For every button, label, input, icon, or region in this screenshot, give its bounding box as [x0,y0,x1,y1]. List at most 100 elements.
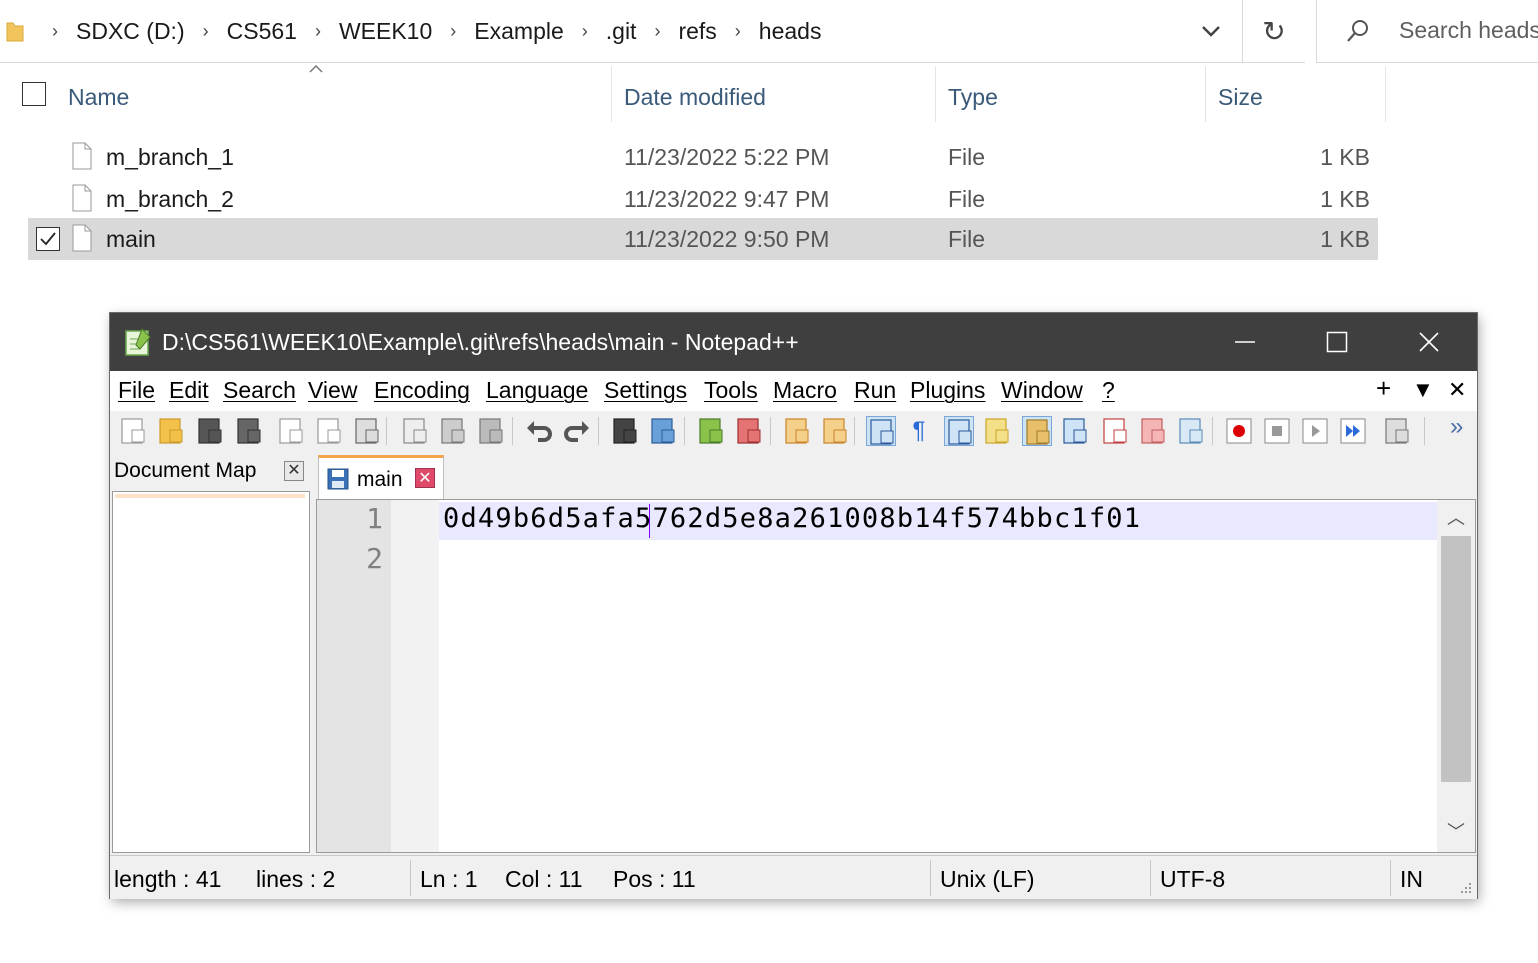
menu-language[interactable]: Language [486,377,588,404]
sync-vertical-icon[interactable] [782,416,812,446]
file-name[interactable]: m_branch_2 [106,186,234,213]
word-wrap-icon[interactable] [866,416,896,446]
column-divider[interactable] [1205,66,1206,122]
column-header-size[interactable]: Size [1218,66,1263,128]
save-macro-icon[interactable] [1382,416,1412,446]
play-macro-icon[interactable] [1300,416,1330,446]
file-row[interactable]: m_branch_1 11/23/2022 5:22 PM File 1 KB [28,136,1378,178]
breadcrumb-chevron-icon[interactable]: › [46,21,64,42]
close-doc-icon[interactable]: ✕ [1448,377,1466,403]
zoom-out-icon[interactable] [734,416,764,446]
minimize-button[interactable] [1199,313,1291,371]
column-header-type[interactable]: Type [948,66,998,128]
print-icon[interactable] [352,416,382,446]
breadcrumb-chevron-icon[interactable]: › [729,21,747,42]
breadcrumb-chevron-icon[interactable]: › [309,21,327,42]
maximize-button[interactable] [1291,313,1383,371]
show-all-chars-icon[interactable]: ¶ [904,416,934,446]
doc-map-icon[interactable] [1022,416,1052,446]
stop-macro-icon[interactable] [1262,416,1292,446]
file-row[interactable]: main 11/23/2022 9:50 PM File 1 KB [28,218,1378,260]
menu-file[interactable]: File [118,377,155,404]
file-row[interactable]: m_branch_2 11/23/2022 9:47 PM File 1 KB [28,178,1378,220]
document-map-viewport[interactable] [115,494,305,498]
doc-list-icon[interactable] [1060,416,1090,446]
breadcrumb-segment[interactable]: .git [600,18,643,45]
title-bar[interactable]: D:\CS561\WEEK10\Example\.git\refs\heads\… [110,313,1477,371]
cut-icon[interactable] [400,416,430,446]
breadcrumb-segment[interactable]: WEEK10 [333,18,438,45]
refresh-button[interactable]: ↻ [1242,0,1305,63]
tab-close-icon[interactable]: ✕ [415,468,435,488]
tab-main[interactable]: main ✕ [318,455,444,499]
breadcrumb-chevron-icon[interactable]: › [648,21,666,42]
function-list-icon[interactable] [1100,416,1130,446]
monitoring-icon[interactable] [1176,416,1206,446]
menu-encoding[interactable]: Encoding [374,377,470,404]
column-header-date[interactable]: Date modified [624,66,766,128]
tab-list-down-icon[interactable]: ▼ [1412,377,1434,403]
close-file-icon[interactable] [276,416,306,446]
vertical-scrollbar[interactable]: ︿ ﹀ [1437,500,1475,852]
chevron-down-icon[interactable] [1196,14,1226,48]
document-map-view[interactable] [112,491,310,853]
open-file-icon[interactable] [156,416,186,446]
breadcrumb-chevron-icon[interactable]: › [197,21,215,42]
menu-edit[interactable]: Edit [169,377,209,404]
menu-macro[interactable]: Macro [773,377,837,404]
define-language-icon[interactable] [982,416,1012,446]
find-icon[interactable] [610,416,640,446]
menu-search[interactable]: Search [223,377,296,404]
menu-window[interactable]: Window [1001,377,1083,404]
record-macro-icon[interactable] [1224,416,1254,446]
close-button[interactable] [1383,313,1475,371]
run-macro-multiple-icon[interactable] [1338,416,1368,446]
menu-help[interactable]: ? [1102,377,1115,404]
breadcrumb-chevron-icon[interactable]: › [444,21,462,42]
scroll-down-icon[interactable]: ﹀ [1437,818,1475,848]
zoom-in-icon[interactable] [696,416,726,446]
fold-margin[interactable] [391,500,439,852]
search-box[interactable]: Search heads [1316,0,1538,63]
breadcrumb-segment[interactable]: refs [672,18,722,45]
menu-tools[interactable]: Tools [704,377,758,404]
scrollbar-thumb[interactable] [1441,536,1471,782]
save-icon[interactable] [195,416,225,446]
new-file-icon[interactable] [118,416,148,446]
search-input[interactable]: Search heads [1399,17,1538,44]
folder-workspace-icon[interactable] [1138,416,1168,446]
redo-icon[interactable] [562,416,592,446]
document-map-close-icon[interactable]: ✕ [284,461,304,481]
menu-plugins[interactable]: Plugins [910,377,985,404]
undo-icon[interactable] [524,416,554,446]
copy-icon[interactable] [438,416,468,446]
save-all-icon[interactable] [234,416,264,446]
replace-icon[interactable] [648,416,678,446]
resize-grip-icon[interactable] [1459,881,1473,895]
breadcrumb-segment[interactable]: SDXC (D:) [70,18,191,45]
row-checkbox[interactable] [36,227,60,251]
indent-guide-icon[interactable] [944,416,974,446]
new-tab-plus-icon[interactable]: + [1376,373,1391,404]
sync-horizontal-icon[interactable] [820,416,850,446]
menu-run[interactable]: Run [854,377,896,404]
column-divider[interactable] [1385,66,1386,122]
breadcrumb-chevron-icon[interactable]: › [576,21,594,42]
select-all-checkbox[interactable] [22,82,46,106]
toolbar-overflow-icon[interactable]: » [1450,413,1463,441]
editor-area[interactable]: 1 2 0d49b6d5afa5762d5e8a261008b14f574bbc… [316,499,1476,853]
file-name[interactable]: main [106,226,156,253]
menu-view[interactable]: View [308,377,357,404]
column-divider[interactable] [611,66,612,122]
paste-icon[interactable] [476,416,506,446]
column-divider[interactable] [935,66,936,122]
address-bar[interactable]: › SDXC (D:) › CS561 › WEEK10 › Example › .git › ref… [0,0,1242,63]
scroll-up-icon[interactable]: ︿ [1437,504,1475,534]
breadcrumb-segment[interactable]: Example [468,18,569,45]
breadcrumb-segment[interactable]: heads [753,18,828,45]
column-header-name[interactable]: Name [68,66,129,128]
close-all-icon[interactable] [314,416,344,446]
menu-settings[interactable]: Settings [604,377,687,404]
editor-line-1[interactable]: 0d49b6d5afa5762d5e8a261008b14f574bbc1f01 [443,503,1141,534]
breadcrumb-segment[interactable]: CS561 [221,18,303,45]
